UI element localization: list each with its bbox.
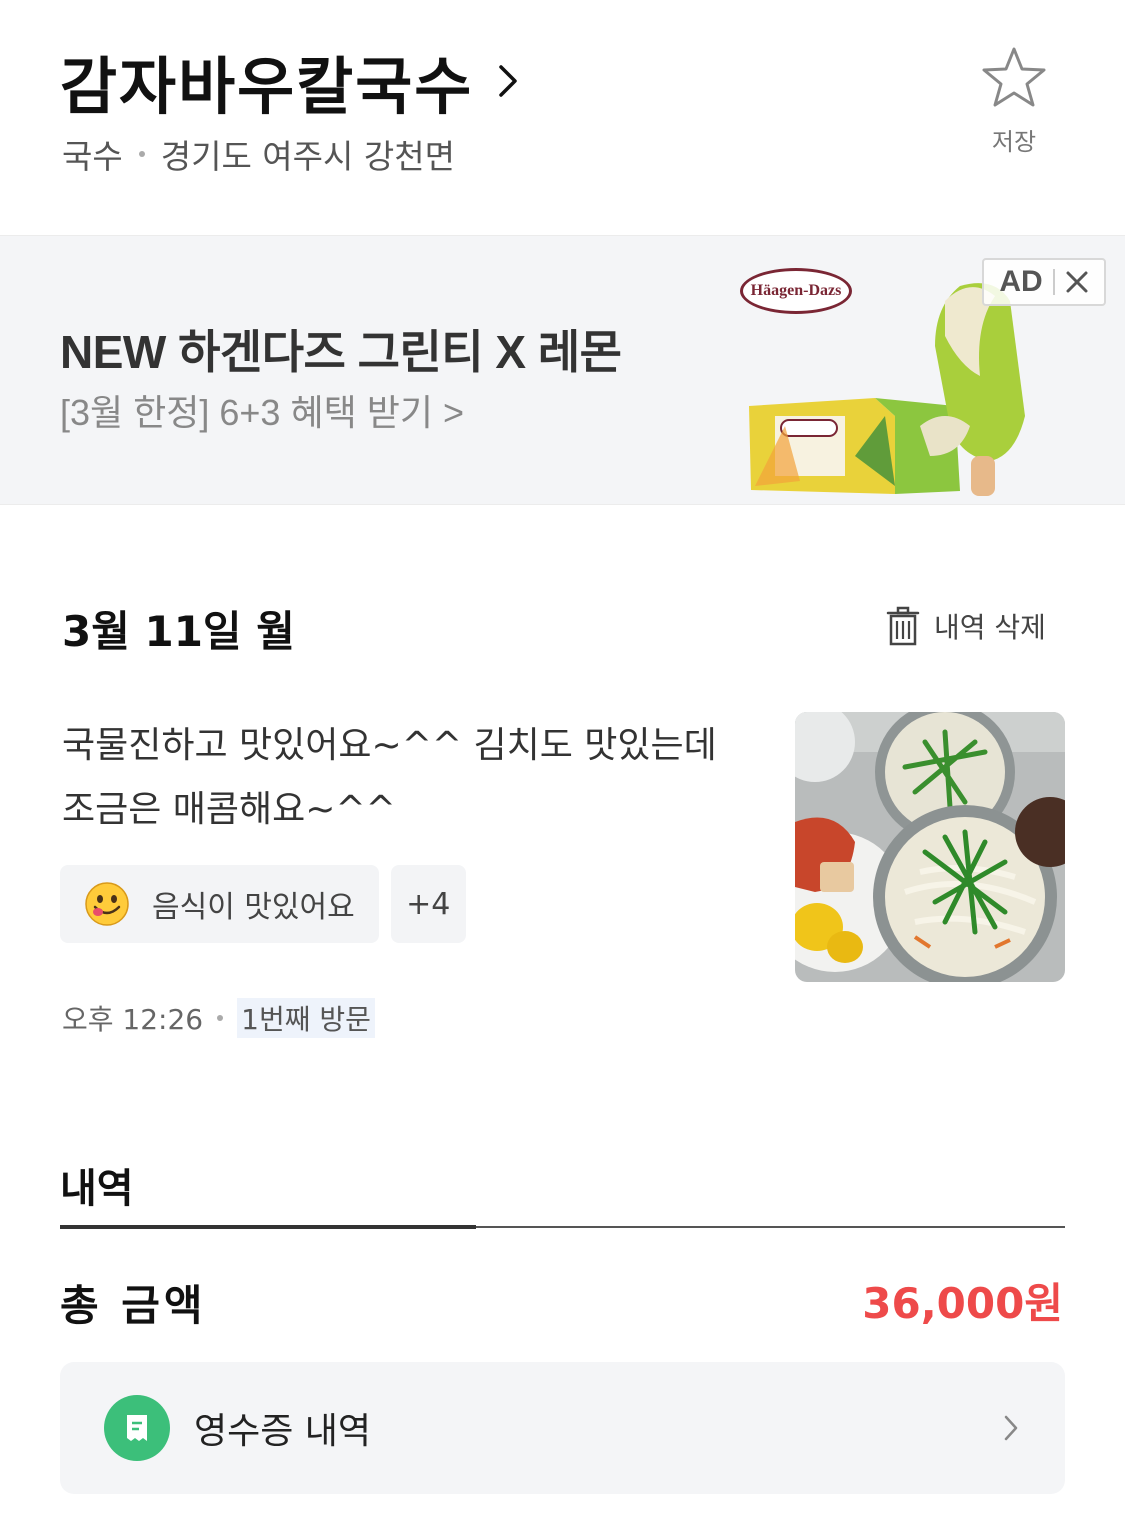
- review-tag[interactable]: 음식이 맛있어요: [60, 865, 379, 943]
- receipt-history-label: 영수증 내역: [194, 1411, 372, 1452]
- restaurant-subtitle: 국수 경기도 여주시 강천면: [62, 130, 455, 178]
- receipt-icon: [104, 1395, 170, 1461]
- visit-time: 오후 12:26: [62, 1003, 204, 1036]
- restaurant-address: 경기도 여주시 강천면: [160, 137, 455, 176]
- ad-badge[interactable]: AD: [982, 258, 1106, 306]
- delete-history-button[interactable]: 내역 삭제: [886, 606, 1046, 646]
- star-icon[interactable]: [981, 46, 1047, 108]
- total-amount-label: 총 금액: [60, 1281, 207, 1330]
- haagen-dazs-logo: Häagen-Dazs: [740, 268, 852, 314]
- ad-label: AD: [999, 265, 1043, 298]
- restaurant-title-row[interactable]: 감자바우칼국수: [60, 36, 521, 126]
- total-amount-value: 36,000원: [862, 1279, 1063, 1328]
- detail-divider-active: [60, 1225, 476, 1229]
- visit-count: 1번째 방문: [237, 998, 375, 1038]
- more-tags-button[interactable]: +4: [390, 865, 466, 943]
- food-photo[interactable]: [795, 712, 1065, 982]
- detail-title: 내역: [60, 1166, 134, 1212]
- chevron-right-icon[interactable]: [495, 61, 521, 101]
- save-label: 저장: [991, 128, 1037, 156]
- ad-banner[interactable]: NEW 하겐다즈 그린티 X 레몬 [3월 한정] 6+3 혜택 받기 > Hä…: [0, 235, 1125, 505]
- separator-dot: [138, 151, 145, 157]
- delete-history-label: 내역 삭제: [934, 611, 1046, 644]
- smiley-tongue-icon: [85, 882, 129, 926]
- restaurant-category: 국수: [62, 137, 123, 176]
- chevron-right-icon: [1004, 1415, 1018, 1441]
- ad-badge-divider: [1052, 269, 1055, 295]
- ad-subtitle[interactable]: [3월 한정] 6+3 혜택 받기 >: [60, 384, 464, 436]
- review-text[interactable]: 국물진하고 맛있어요~^^ 김치도 맛있는데 조금은 매콤해요~^^: [62, 714, 742, 842]
- review-tags: 음식이 맛있어요 +4: [60, 865, 478, 943]
- more-tags-label: +4: [406, 886, 451, 922]
- visit-meta: 오후 12:26 1번째 방문: [62, 998, 375, 1038]
- restaurant-name[interactable]: 감자바우칼국수: [60, 36, 473, 126]
- review-tag-label: 음식이 맛있어요: [152, 890, 355, 925]
- save-button[interactable]: 저장: [978, 46, 1050, 157]
- ad-title[interactable]: NEW 하겐다즈 그린티 X 레몬: [60, 316, 622, 382]
- trash-icon[interactable]: [886, 606, 920, 646]
- separator-dot: [217, 1015, 224, 1021]
- receipt-history-button[interactable]: 영수증 내역: [60, 1362, 1065, 1494]
- detail-divider: [476, 1226, 1065, 1228]
- close-icon[interactable]: [1065, 270, 1089, 294]
- visit-date: 3월 11일 월: [62, 607, 295, 656]
